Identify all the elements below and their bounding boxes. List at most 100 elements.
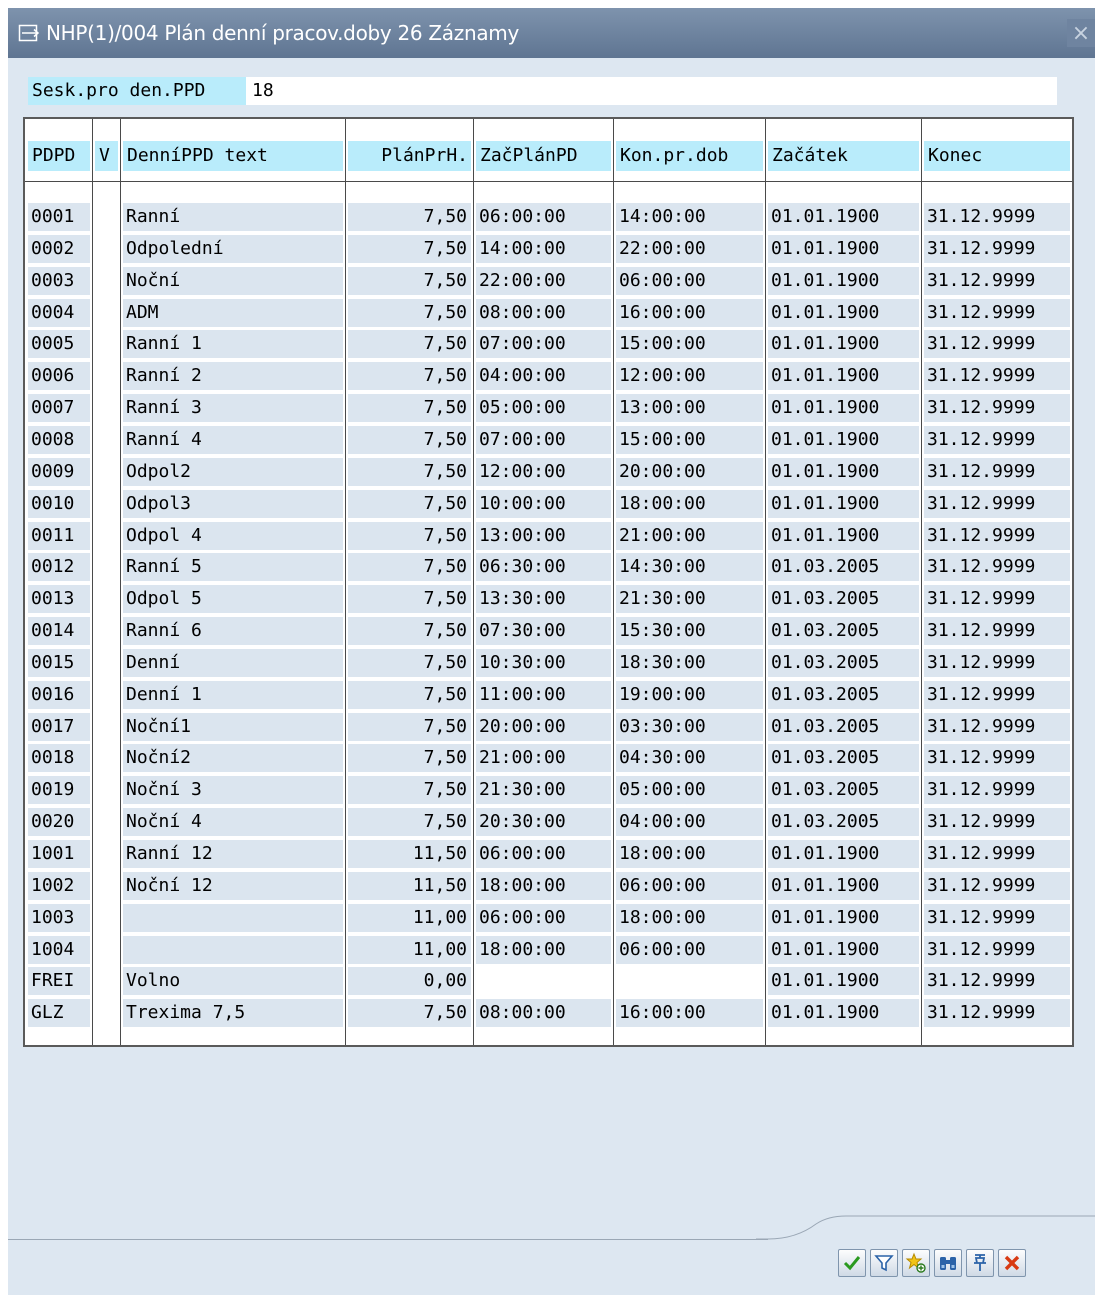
table-cell-start-time[interactable]: 06:00:00 bbox=[476, 203, 611, 231]
table-cell-end-time[interactable]: 21:30:00 bbox=[616, 585, 763, 614]
table-cell-pdpd[interactable]: 0012 bbox=[28, 553, 90, 582]
table-cell-hours[interactable]: 7,50 bbox=[348, 457, 471, 486]
table-cell-start-time[interactable]: 11:00:00 bbox=[476, 680, 611, 709]
table-cell-valid-from[interactable]: 01.01.1900 bbox=[768, 394, 919, 423]
table-cell-valid-to[interactable]: 31.12.9999 bbox=[924, 457, 1070, 486]
column-header-valid-to[interactable]: Konec bbox=[924, 141, 1070, 171]
table-cell-valid-to[interactable]: 31.12.9999 bbox=[924, 840, 1070, 868]
table-cell-pdpd[interactable]: 0006 bbox=[28, 362, 90, 391]
table-cell-valid-from[interactable]: 01.01.1900 bbox=[768, 425, 919, 454]
find-button[interactable] bbox=[934, 1249, 962, 1277]
table-cell-end-time[interactable]: 03:30:00 bbox=[616, 712, 763, 741]
table-cell-end-time[interactable]: 06:00:00 bbox=[616, 871, 763, 900]
table-cell-valid-from[interactable]: 01.01.1900 bbox=[768, 871, 919, 900]
table-cell-pdpd[interactable]: 0019 bbox=[28, 776, 90, 805]
table-cell-valid-to[interactable]: 31.12.9999 bbox=[924, 266, 1070, 295]
table-cell-text[interactable]: Noční1 bbox=[123, 712, 343, 741]
table-cell-end-time[interactable] bbox=[616, 967, 763, 995]
table-cell-pdpd[interactable]: 1001 bbox=[28, 840, 90, 868]
table-cell-text[interactable]: Noční 3 bbox=[123, 776, 343, 805]
table-cell-pdpd[interactable]: 0001 bbox=[28, 203, 90, 231]
table-cell-start-time[interactable]: 10:00:00 bbox=[476, 489, 611, 518]
table-cell-text[interactable]: Noční2 bbox=[123, 744, 343, 773]
table-cell-text[interactable]: Ranní 12 bbox=[123, 840, 343, 868]
table-cell-v[interactable] bbox=[95, 744, 118, 772]
table-cell-start-time[interactable] bbox=[476, 967, 611, 995]
column-header-text[interactable]: DenníPPD text bbox=[123, 141, 343, 171]
table-cell-hours[interactable]: 7,50 bbox=[348, 203, 471, 231]
table-cell-v[interactable] bbox=[95, 585, 118, 613]
table-cell-valid-to[interactable]: 31.12.9999 bbox=[924, 203, 1070, 231]
table-cell-valid-from[interactable]: 01.01.1900 bbox=[768, 935, 919, 964]
column-header-v[interactable]: V bbox=[95, 141, 118, 171]
table-cell-valid-to[interactable]: 31.12.9999 bbox=[924, 617, 1070, 646]
table-cell-v[interactable] bbox=[95, 299, 118, 327]
table-cell-end-time[interactable]: 18:00:00 bbox=[616, 840, 763, 868]
table-cell-pdpd[interactable]: 0007 bbox=[28, 394, 90, 423]
continue-button[interactable] bbox=[838, 1249, 866, 1277]
table-cell-text[interactable]: Ranní bbox=[123, 203, 343, 231]
table-cell-pdpd[interactable]: 0015 bbox=[28, 648, 90, 677]
table-cell-v[interactable] bbox=[95, 330, 118, 358]
table-cell-end-time[interactable]: 18:00:00 bbox=[616, 903, 763, 932]
table-cell-valid-from[interactable]: 01.01.1900 bbox=[768, 234, 919, 263]
table-cell-hours[interactable]: 7,50 bbox=[348, 553, 471, 582]
table-cell-hours[interactable]: 7,50 bbox=[348, 712, 471, 741]
table-cell-v[interactable] bbox=[95, 267, 118, 295]
table-cell-hours[interactable]: 11,50 bbox=[348, 871, 471, 900]
column-header-start-time[interactable]: ZačPlánPD bbox=[476, 141, 611, 171]
table-cell-pdpd[interactable]: 0004 bbox=[28, 298, 90, 327]
table-cell-pdpd[interactable]: FREI bbox=[28, 967, 90, 996]
table-cell-pdpd[interactable]: 0009 bbox=[28, 457, 90, 486]
table-cell-valid-from[interactable]: 01.03.2005 bbox=[768, 808, 919, 837]
table-cell-start-time[interactable]: 20:30:00 bbox=[476, 808, 611, 837]
table-cell-valid-to[interactable]: 31.12.9999 bbox=[924, 298, 1070, 327]
table-cell-valid-to[interactable]: 31.12.9999 bbox=[924, 871, 1070, 900]
table-cell-end-time[interactable]: 13:00:00 bbox=[616, 394, 763, 423]
table-cell-v[interactable] bbox=[95, 522, 118, 550]
table-cell-start-time[interactable]: 06:00:00 bbox=[476, 840, 611, 868]
table-cell-end-time[interactable]: 15:30:00 bbox=[616, 617, 763, 646]
table-cell-valid-to[interactable]: 31.12.9999 bbox=[924, 712, 1070, 741]
table-cell-v[interactable] bbox=[95, 649, 118, 677]
table-cell-pdpd[interactable]: 0013 bbox=[28, 585, 90, 614]
table-cell-valid-to[interactable]: 31.12.9999 bbox=[924, 521, 1070, 550]
table-cell-valid-to[interactable]: 31.12.9999 bbox=[924, 362, 1070, 391]
window-close-button[interactable]: × bbox=[1067, 19, 1095, 47]
table-cell-text[interactable]: Noční bbox=[123, 266, 343, 295]
table-cell-text[interactable]: Ranní 1 bbox=[123, 330, 343, 359]
table-cell-valid-to[interactable]: 31.12.9999 bbox=[924, 425, 1070, 454]
table-cell-text[interactable]: Denní bbox=[123, 648, 343, 677]
table-cell-end-time[interactable]: 19:00:00 bbox=[616, 680, 763, 709]
table-cell-pdpd[interactable]: 0010 bbox=[28, 489, 90, 518]
table-cell-valid-from[interactable]: 01.03.2005 bbox=[768, 776, 919, 805]
table-cell-valid-to[interactable]: 31.12.9999 bbox=[924, 489, 1070, 518]
table-cell-start-time[interactable]: 06:00:00 bbox=[476, 903, 611, 932]
pin-button[interactable] bbox=[966, 1249, 994, 1277]
table-cell-text[interactable]: Trexima 7,5 bbox=[123, 999, 343, 1028]
table-cell-start-time[interactable]: 08:00:00 bbox=[476, 298, 611, 327]
table-cell-end-time[interactable]: 20:00:00 bbox=[616, 457, 763, 486]
table-cell-pdpd[interactable]: 0018 bbox=[28, 744, 90, 773]
table-cell-start-time[interactable]: 04:00:00 bbox=[476, 362, 611, 391]
column-header-end-time[interactable]: Kon.pr.dob bbox=[616, 141, 763, 171]
table-cell-hours[interactable]: 7,50 bbox=[348, 521, 471, 550]
column-header-valid-from[interactable]: Začátek bbox=[768, 141, 919, 171]
table-cell-valid-to[interactable]: 31.12.9999 bbox=[924, 394, 1070, 423]
table-cell-v[interactable] bbox=[95, 458, 118, 486]
table-cell-hours[interactable]: 7,50 bbox=[348, 330, 471, 359]
table-cell-valid-to[interactable]: 31.12.9999 bbox=[924, 648, 1070, 677]
table-cell-valid-from[interactable]: 01.01.1900 bbox=[768, 903, 919, 932]
window-menu-icon[interactable] bbox=[18, 23, 40, 43]
table-cell-text[interactable] bbox=[123, 903, 343, 932]
table-cell-text[interactable] bbox=[123, 935, 343, 964]
table-cell-valid-from[interactable]: 01.01.1900 bbox=[768, 298, 919, 327]
table-cell-v[interactable] bbox=[95, 617, 118, 645]
table-cell-end-time[interactable]: 12:00:00 bbox=[616, 362, 763, 391]
table-cell-valid-from[interactable]: 01.03.2005 bbox=[768, 712, 919, 741]
table-cell-pdpd[interactable]: 0014 bbox=[28, 617, 90, 646]
table-cell-end-time[interactable]: 16:00:00 bbox=[616, 298, 763, 327]
table-cell-valid-to[interactable]: 31.12.9999 bbox=[924, 999, 1070, 1028]
table-cell-pdpd[interactable]: 0011 bbox=[28, 521, 90, 550]
table-cell-valid-to[interactable]: 31.12.9999 bbox=[924, 680, 1070, 709]
